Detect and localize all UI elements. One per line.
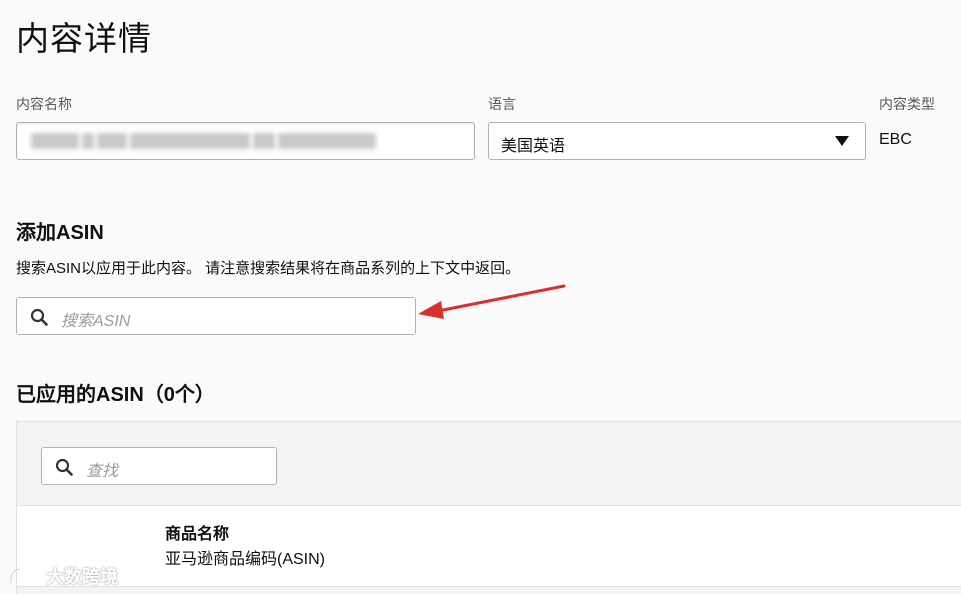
search-icon — [30, 308, 48, 326]
add-asin-description: 搜索ASIN以应用于此内容。 请注意搜索结果将在商品系列的上下文中返回。 — [16, 260, 521, 277]
content-type-label: 内容类型 — [879, 96, 935, 112]
asin-search-input[interactable]: 搜索ASIN — [16, 297, 416, 335]
table-search-input[interactable]: 查找 — [41, 447, 277, 485]
asin-search-placeholder: 搜索ASIN — [61, 313, 131, 330]
watermark-text: 大数跨境 — [46, 567, 118, 587]
column-header-asin: 亚马逊商品编码(ASIN) — [165, 551, 326, 568]
applied-asin-heading: 已应用的ASIN（0个） — [16, 384, 215, 406]
column-header-product-name[interactable]: 商品名称 — [165, 520, 229, 544]
content-name-input[interactable] — [16, 122, 475, 160]
applied-asin-table: 查找 商品名称 亚马逊商品编码(ASIN) — [16, 421, 961, 594]
page-title: 内容详情 — [16, 20, 152, 57]
content-type-value: EBC — [879, 131, 912, 148]
watermark: 大数跨境 — [8, 563, 118, 589]
language-label: 语言 — [488, 96, 516, 112]
caret-down-icon — [835, 136, 849, 146]
language-select[interactable]: 美国英语 — [488, 122, 866, 160]
add-asin-heading: 添加ASIN — [16, 222, 104, 244]
language-select-value: 美国英语 — [501, 138, 566, 155]
blurred-content-name — [31, 133, 376, 149]
table-header-row: 商品名称 亚马逊商品编码(ASIN) — [17, 505, 961, 587]
watermark-logo-icon — [10, 567, 41, 584]
search-icon — [55, 458, 73, 476]
table-search-placeholder: 查找 — [86, 463, 119, 480]
content-name-label: 内容名称 — [16, 96, 72, 112]
arrow-icon — [418, 284, 566, 319]
